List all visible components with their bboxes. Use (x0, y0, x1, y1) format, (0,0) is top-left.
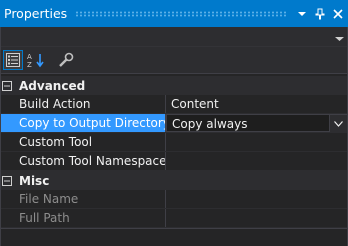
collapse-icon[interactable] (0, 80, 14, 91)
property-name: File Name (0, 190, 166, 208)
categorized-icon[interactable] (3, 50, 23, 70)
svg-text:A: A (27, 53, 32, 61)
property-row[interactable]: Custom Tool Namespace (0, 152, 348, 171)
chevron-down-icon[interactable] (329, 115, 347, 132)
chevron-down-icon[interactable] (294, 6, 310, 22)
property-grid: Advanced Build Action Content Copy to Ou… (0, 76, 348, 228)
category-label: Misc (19, 173, 50, 188)
property-name: Full Path (0, 209, 166, 227)
property-value[interactable]: Content (166, 95, 348, 113)
category-label: Advanced (19, 78, 86, 93)
property-value-combo[interactable]: Copy always (166, 114, 348, 132)
property-row-selected[interactable]: Copy to Output Directory Copy always (0, 114, 348, 133)
close-icon[interactable] (330, 6, 346, 22)
property-row[interactable]: Custom Tool (0, 133, 348, 152)
svg-text:Z: Z (27, 61, 32, 68)
property-name: Copy to Output Directory (0, 114, 166, 132)
collapse-icon[interactable] (0, 175, 14, 186)
window-title: Properties (4, 6, 68, 21)
property-name: Build Action (0, 95, 166, 113)
pin-icon[interactable] (312, 6, 328, 22)
panel-border (0, 27, 1, 246)
description-pane (0, 228, 348, 246)
property-row[interactable]: Full Path (0, 209, 348, 228)
property-name: Custom Tool (0, 133, 166, 151)
alphabetical-icon[interactable]: A Z (26, 50, 46, 70)
object-selector[interactable] (0, 27, 348, 47)
property-row[interactable]: File Name (0, 190, 348, 209)
property-value (166, 190, 348, 208)
properties-toolbar: A Z (0, 47, 348, 74)
category-advanced[interactable]: Advanced (0, 76, 348, 95)
property-value (166, 209, 348, 227)
category-misc[interactable]: Misc (0, 171, 348, 190)
property-row[interactable]: Build Action Content (0, 95, 348, 114)
chevron-down-icon[interactable] (335, 31, 344, 45)
properties-title-bar: Properties (0, 0, 348, 27)
drag-grip[interactable] (75, 10, 288, 17)
combo-value: Copy always (172, 117, 248, 131)
property-value[interactable] (166, 133, 348, 151)
property-name: Custom Tool Namespace (0, 152, 166, 170)
property-pages-icon[interactable] (56, 50, 76, 70)
property-value[interactable] (166, 152, 348, 170)
